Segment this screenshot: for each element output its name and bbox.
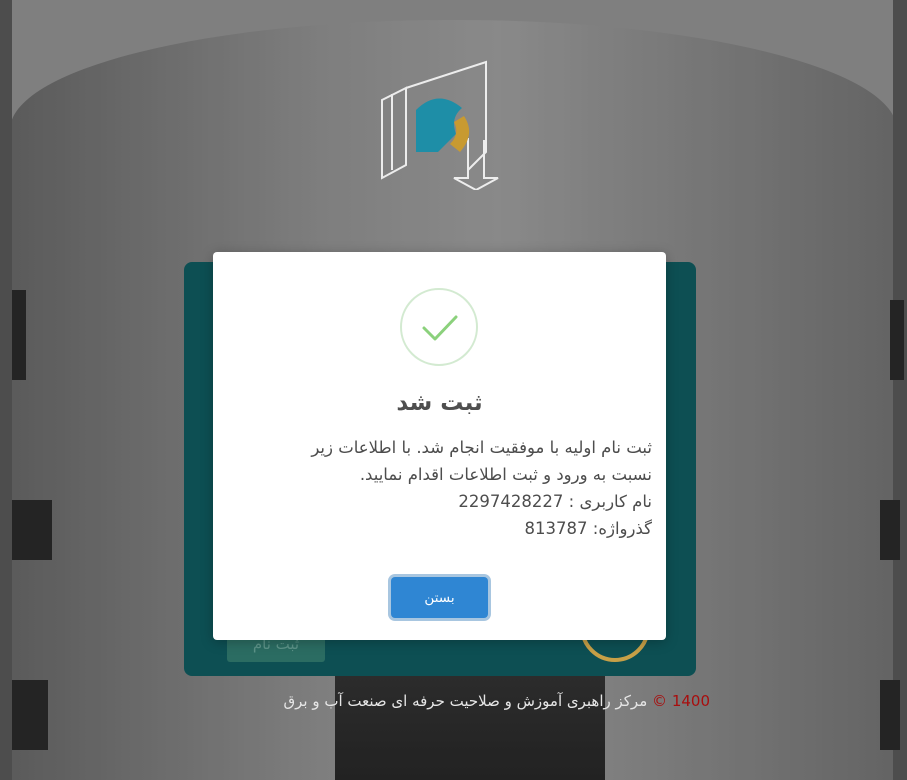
- username-line: نام کاربری : 2297428227: [458, 492, 652, 511]
- message-line-1: ثبت نام اولیه با موفقیت انجام شد. با اطل…: [311, 438, 652, 457]
- message-line-2: نسبت به ورود و ثبت اطلاعات اقدام نمایید.: [359, 465, 652, 484]
- footer-copyright: 1400 © مرکز راهبری آموزش و صلاحیت حرفه ا…: [190, 692, 710, 710]
- dialog-message: ثبت نام اولیه با موفقیت انجام شد. با اطل…: [227, 434, 652, 542]
- footer-year: 1400: [671, 692, 710, 710]
- password-line: گذرواژه: 813787: [524, 519, 652, 538]
- check-circle-icon: [400, 288, 478, 366]
- close-button[interactable]: بستن: [391, 577, 488, 618]
- footer-text: مرکز راهبری آموزش و صلاحیت حرفه ای صنعت …: [283, 692, 648, 710]
- success-dialog: ثبت شد ثبت نام اولیه با موفقیت انجام شد.…: [213, 252, 666, 640]
- copyright-icon: ©: [652, 692, 668, 710]
- organization-logo: [376, 60, 516, 192]
- dialog-title: ثبت شد: [396, 390, 483, 416]
